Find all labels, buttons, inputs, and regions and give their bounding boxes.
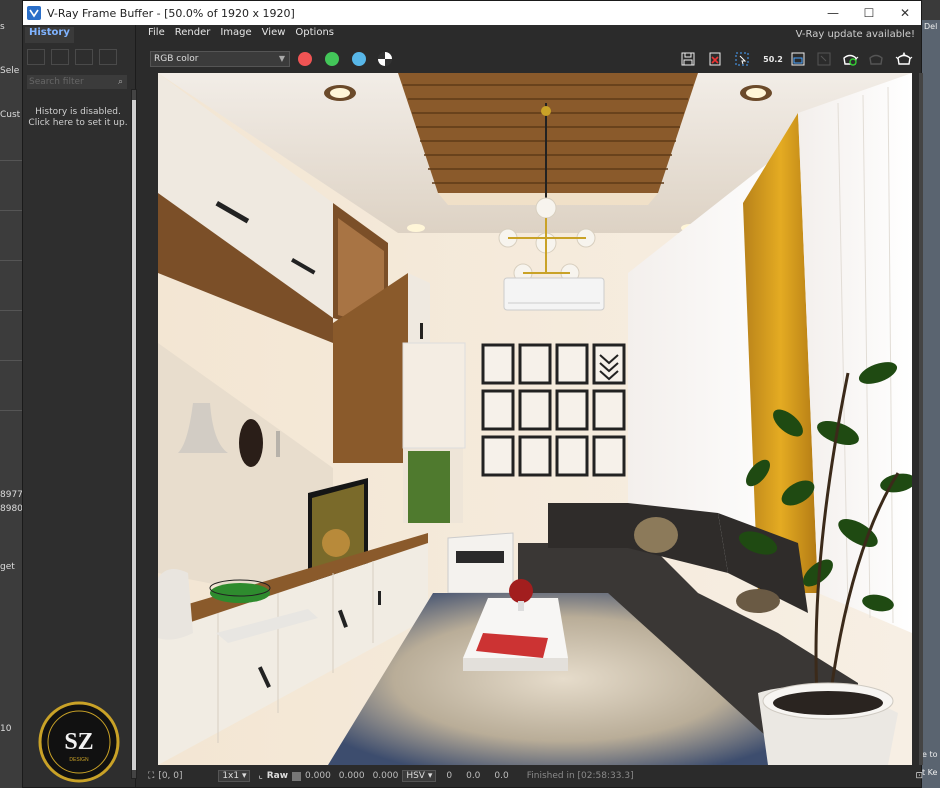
search-icon: ⌕	[117, 77, 123, 87]
history-scrollbar[interactable]	[131, 89, 137, 779]
coords-readout: [0, 0]	[158, 771, 183, 781]
divider	[0, 210, 22, 211]
close-button[interactable]: ✕	[887, 1, 923, 25]
history-toolbar	[27, 49, 133, 69]
expand-icon[interactable]: ⊡	[915, 771, 923, 781]
sampling-value: 1x1	[222, 771, 240, 781]
ipr-icon[interactable]	[814, 50, 834, 68]
stop-render-icon[interactable]	[866, 50, 886, 68]
save-icon[interactable]	[678, 50, 698, 68]
vray-frame-buffer-window: V-Ray Frame Buffer - [50.0% of 1920 x 19…	[22, 0, 923, 788]
rendered-living-room-image	[158, 73, 912, 765]
hsv-value: 0.0	[466, 771, 481, 781]
update-available-link[interactable]: V-Ray update available!	[796, 29, 915, 40]
toolbar: RGB color ▼ 50.2	[148, 47, 918, 71]
sampling-select[interactable]: 1x1 ▾	[218, 770, 251, 782]
bg-label: Del	[924, 22, 938, 31]
divider	[0, 310, 22, 311]
bg-label: get	[0, 562, 15, 572]
sz-design-logo: SZ DESIGN	[38, 701, 120, 783]
hsv-value: 0.0	[494, 771, 509, 781]
render-view[interactable]	[158, 73, 912, 765]
render-time-status: Finished in [02:58:33.3]	[526, 771, 634, 781]
scrollbar-thumb[interactable]	[132, 100, 136, 770]
search-filter-input[interactable]: Search filter ⌕	[27, 75, 127, 89]
raw-value: 0.000	[372, 771, 399, 781]
logo-subtext: DESIGN	[69, 757, 89, 763]
menu-image[interactable]: Image	[220, 27, 251, 43]
frame-icon[interactable]	[788, 50, 808, 68]
background-left-panel: s Sele Cust 8977 8980 get 10	[0, 20, 23, 788]
title-bar[interactable]: V-Ray Frame Buffer - [50.0% of 1920 x 19…	[23, 1, 921, 25]
clear-icon[interactable]	[705, 50, 725, 68]
history-message-line: History is disabled.	[35, 107, 121, 117]
history-remove-icon[interactable]	[99, 49, 117, 65]
divider	[0, 410, 22, 411]
bg-label: s	[0, 22, 5, 32]
bg-label: 8980	[0, 504, 23, 514]
history-disabled-message[interactable]: History is disabled. Click here to set i…	[23, 107, 133, 129]
divider	[0, 160, 22, 161]
divider	[0, 260, 22, 261]
background-right-panel: Del e to K t Ke	[922, 20, 940, 788]
render-scrollbar[interactable]	[919, 73, 923, 765]
color-mode-select[interactable]: HSV ▾	[402, 770, 437, 782]
raw-value: 0.000	[305, 771, 331, 781]
zoom-icon[interactable]: 50.2	[760, 50, 786, 68]
channel-select-value: RGB color	[154, 54, 199, 64]
color-picker-icon[interactable]: ⌞	[258, 771, 262, 781]
menu-render[interactable]: Render	[175, 27, 211, 43]
blue-channel-button[interactable]	[352, 52, 366, 66]
pixel-pick-icon[interactable]: ⛶	[148, 771, 154, 781]
history-compare-icon[interactable]	[51, 49, 69, 65]
vray-logo-icon	[27, 6, 41, 20]
history-load-icon[interactable]	[75, 49, 93, 65]
raw-value: 0.000	[338, 771, 365, 781]
history-panel: History Search filter ⌕ History is disab…	[23, 25, 137, 787]
channel-select[interactable]: RGB color ▼	[150, 51, 290, 67]
divider	[0, 360, 22, 361]
color-mode-value: HSV	[406, 771, 425, 781]
menu-bar: File Render Image View Options	[148, 27, 334, 43]
color-swatch	[292, 771, 302, 781]
alpha-channel-button[interactable]	[378, 52, 392, 66]
window-title: V-Ray Frame Buffer - [50.0% of 1920 x 19…	[47, 6, 295, 20]
teapot-icon[interactable]	[894, 50, 914, 68]
red-channel-button[interactable]	[298, 52, 312, 66]
render-teapot-icon[interactable]	[840, 50, 860, 68]
menu-file[interactable]: File	[148, 27, 165, 43]
bg-label: Cust	[0, 110, 21, 120]
history-save-icon[interactable]	[27, 49, 45, 65]
bg-label: t Ke	[922, 768, 938, 777]
maximize-button[interactable]: ☐	[851, 1, 887, 25]
status-bar: ⛶ [0, 0] 1x1 ▾ ⌞ Raw 0.000 0.000 0.000 H…	[148, 767, 923, 785]
tab-history[interactable]: History	[25, 27, 74, 43]
bg-label: 10	[0, 724, 12, 734]
raw-label: Raw	[266, 771, 289, 781]
chevron-down-icon: ▼	[278, 54, 285, 63]
search-filter-placeholder: Search filter	[29, 77, 84, 87]
region-render-icon[interactable]	[732, 50, 752, 68]
minimize-button[interactable]: —	[815, 1, 851, 25]
menu-options[interactable]: Options	[295, 27, 334, 43]
hsv-value: 0	[446, 771, 453, 781]
history-message-line: Click here to set it up.	[28, 118, 128, 128]
logo-text: SZ	[64, 729, 93, 755]
bg-label: e to K	[922, 750, 940, 759]
bg-label: 8977	[0, 490, 23, 500]
menu-view[interactable]: View	[262, 27, 286, 43]
bg-label: Sele	[0, 66, 20, 76]
green-channel-button[interactable]	[325, 52, 339, 66]
